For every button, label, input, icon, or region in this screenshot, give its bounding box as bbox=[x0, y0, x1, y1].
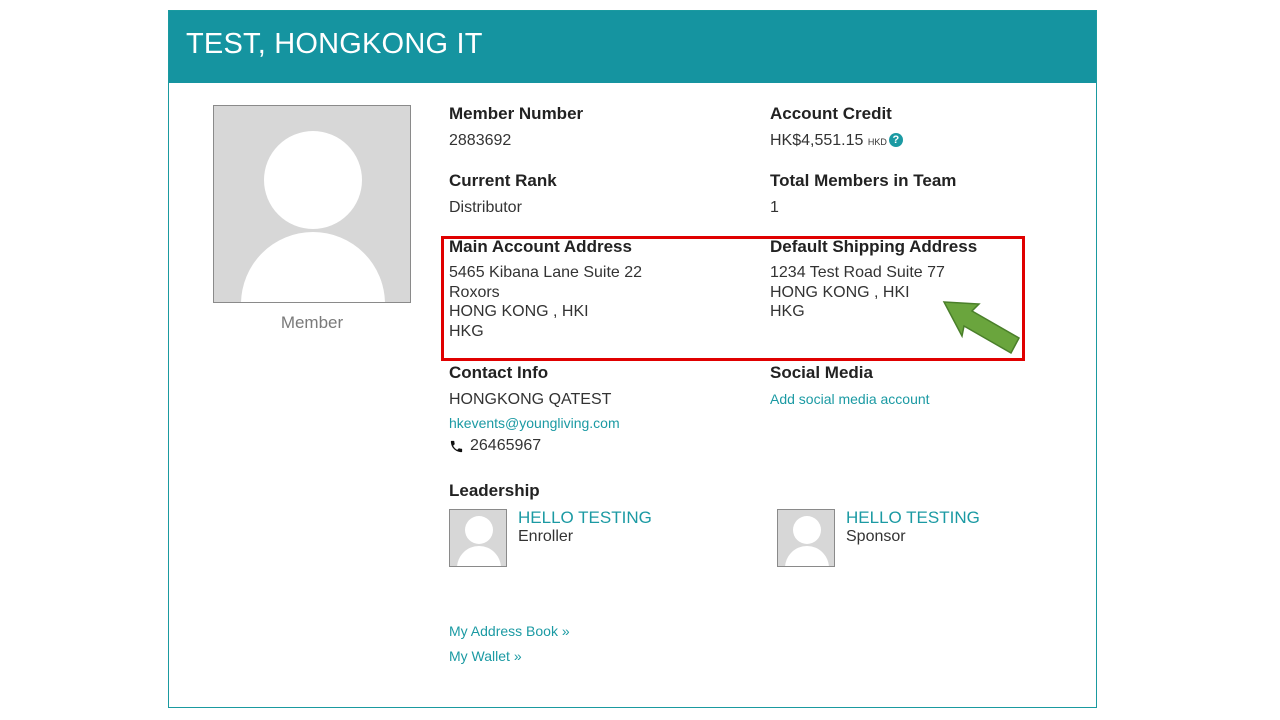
currency-code: HKD bbox=[867, 137, 887, 147]
current-rank-value: Distributor bbox=[449, 199, 522, 216]
team-members-label: Total Members in Team bbox=[770, 171, 957, 190]
sponsor-role: Sponsor bbox=[846, 528, 906, 545]
profile-card: TEST, HONGKONG IT Member Member Number 2… bbox=[168, 10, 1097, 708]
account-credit-value-row: HK$4,551.15 HKD? bbox=[770, 132, 903, 150]
account-credit-field: Account Credit HK$4,551.15 HKD? bbox=[770, 104, 903, 150]
team-members-value: 1 bbox=[770, 199, 779, 216]
phone-icon bbox=[450, 440, 463, 452]
current-rank-label: Current Rank bbox=[449, 171, 557, 190]
address-book-link[interactable]: My Address Book » bbox=[449, 623, 570, 639]
member-name-title: TEST, HONGKONG IT bbox=[186, 28, 483, 60]
enroller-name-link[interactable]: HELLO TESTING bbox=[518, 508, 652, 528]
profile-header: TEST, HONGKONG IT bbox=[169, 11, 1096, 83]
enroller-role: Enroller bbox=[518, 528, 574, 545]
enroller-avatar bbox=[449, 509, 507, 567]
social-media-label: Social Media bbox=[770, 363, 873, 382]
profile-avatar bbox=[213, 105, 411, 303]
account-credit-value: HK$4,551.15 bbox=[770, 132, 864, 149]
contact-email-link[interactable]: hkevents@youngliving.com bbox=[449, 415, 620, 431]
member-number-field: Member Number 2883692 bbox=[449, 104, 583, 150]
member-number-label: Member Number bbox=[449, 104, 584, 123]
help-icon[interactable]: ? bbox=[888, 133, 903, 147]
contact-info-field: Contact Info HONGKONG QATEST hkevents@yo… bbox=[449, 363, 620, 455]
current-rank-field: Current Rank Distributor bbox=[449, 171, 557, 217]
leadership-label: Leadership bbox=[449, 481, 540, 500]
social-media-field: Social Media Add social media account bbox=[770, 363, 930, 407]
contact-name: HONGKONG QATEST bbox=[449, 391, 612, 408]
contact-phone: 26465967 bbox=[449, 437, 620, 455]
team-members-field: Total Members in Team 1 bbox=[770, 171, 956, 217]
leadership-section: Leadership bbox=[449, 481, 540, 501]
member-number-value: 2883692 bbox=[449, 132, 512, 149]
address-highlight-box bbox=[441, 236, 1025, 361]
account-credit-label: Account Credit bbox=[770, 104, 892, 123]
contact-info-label: Contact Info bbox=[449, 363, 549, 382]
green-arrow-icon bbox=[942, 301, 1021, 355]
add-social-media-link[interactable]: Add social media account bbox=[770, 391, 930, 407]
contact-phone-number: 26465967 bbox=[470, 437, 542, 454]
sponsor-name-link[interactable]: HELLO TESTING bbox=[846, 508, 980, 528]
wallet-link[interactable]: My Wallet » bbox=[449, 648, 522, 664]
sponsor-avatar bbox=[777, 509, 835, 567]
avatar-caption: Member bbox=[280, 313, 344, 332]
